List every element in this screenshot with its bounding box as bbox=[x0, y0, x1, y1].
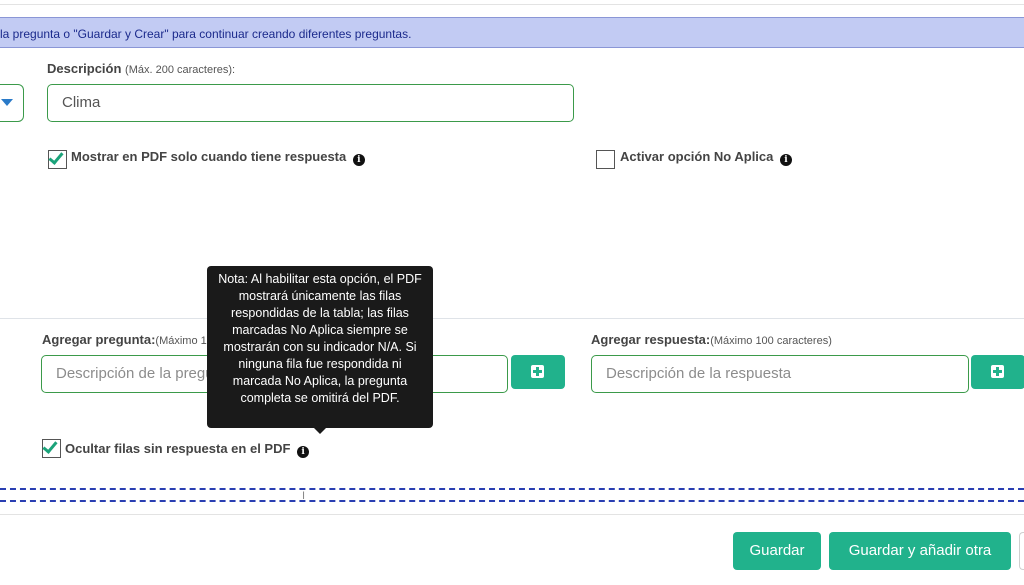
top-border bbox=[0, 0, 1024, 5]
tooltip: Nota: Al habilitar esta opción, el PDF m… bbox=[207, 266, 433, 434]
add-question-hint: (Máximo 1 bbox=[155, 335, 207, 347]
info-banner: la pregunta o "Guardar y Crear" para con… bbox=[0, 17, 1024, 48]
tooltip-text: Nota: Al habilitar esta opción, el PDF m… bbox=[218, 272, 422, 405]
show-pdf-label-text: Mostrar en PDF solo cuando tiene respues… bbox=[71, 149, 347, 164]
save-button[interactable]: Guardar bbox=[733, 532, 821, 570]
add-answer-placeholder: Descripción de la respuesta bbox=[606, 365, 792, 382]
info-banner-text: la pregunta o "Guardar y Crear" para con… bbox=[0, 27, 412, 41]
add-answer-hint: (Máximo 100 caracteres) bbox=[710, 335, 832, 347]
description-hint: (Máx. 200 caracteres): bbox=[125, 64, 236, 76]
na-option-label-text: Activar opción No Aplica bbox=[620, 149, 774, 164]
footer-divider bbox=[0, 514, 1024, 515]
show-pdf-label: Mostrar en PDF solo cuando tiene respues… bbox=[71, 149, 365, 166]
add-question-button[interactable] bbox=[511, 355, 565, 389]
info-circle-icon[interactable]: i bbox=[352, 154, 365, 166]
add-answer-button[interactable] bbox=[971, 355, 1024, 389]
plus-square-icon bbox=[991, 365, 1004, 378]
description-input[interactable]: Clima bbox=[47, 84, 574, 122]
add-answer-label: Agregar respuesta:(Máximo 100 caracteres… bbox=[591, 332, 832, 347]
info-circle-icon[interactable]: i bbox=[297, 446, 310, 458]
info-circle-icon[interactable]: i bbox=[780, 154, 793, 166]
add-answer-label-text: Agregar respuesta: bbox=[591, 332, 711, 347]
description-input-value: Clima bbox=[62, 94, 101, 111]
checkmark-icon bbox=[48, 149, 64, 165]
description-label-text: Descripción bbox=[47, 61, 122, 76]
plus-square-icon bbox=[531, 365, 544, 378]
hide-rows-checkbox[interactable] bbox=[42, 438, 61, 458]
na-option-checkbox[interactable] bbox=[596, 150, 615, 169]
type-dropdown[interactable] bbox=[0, 84, 24, 122]
hide-rows-label-text: Ocultar filas sin respuesta en el PDF bbox=[65, 441, 291, 456]
extra-button-edge[interactable] bbox=[1019, 532, 1024, 570]
section-divider bbox=[0, 318, 1024, 319]
text-cursor-icon: I bbox=[302, 490, 306, 502]
checkmark-icon bbox=[42, 438, 58, 454]
na-option-label: Activar opción No Aplica i bbox=[620, 149, 793, 166]
add-answer-input[interactable]: Descripción de la respuesta bbox=[591, 355, 969, 393]
hide-rows-label: Ocultar filas sin respuesta en el PDF i bbox=[65, 441, 310, 458]
save-and-add-button[interactable]: Guardar y añadir otra bbox=[829, 532, 1011, 570]
description-label: Descripción (Máx. 200 caracteres): bbox=[47, 61, 235, 76]
add-question-label-text: Agregar pregunta: bbox=[42, 332, 156, 347]
add-question-label: Agregar pregunta:(Máximo 1 bbox=[42, 332, 207, 347]
drop-zone[interactable]: I bbox=[0, 488, 1024, 502]
show-pdf-checkbox[interactable] bbox=[48, 149, 67, 169]
caret-down-icon bbox=[1, 99, 13, 106]
